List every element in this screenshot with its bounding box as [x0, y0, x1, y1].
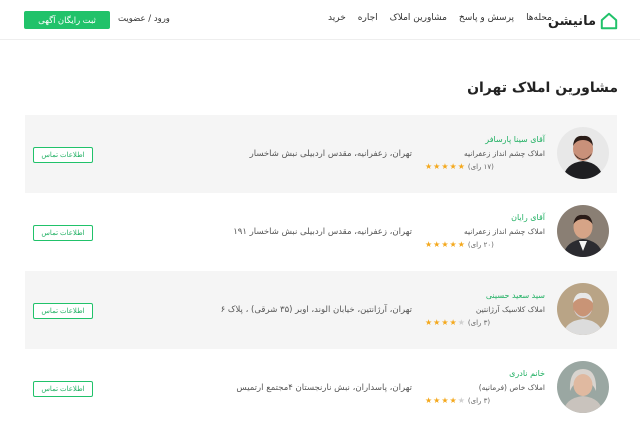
star-icon: ★ — [441, 318, 449, 327]
agent-name[interactable]: آقای سینا پارسافر — [425, 135, 545, 144]
avatar-photo-icon — [557, 283, 609, 335]
star-icon: ★ — [441, 396, 449, 405]
star-rating: ★ ★ ★ ★ ★ — [425, 163, 465, 171]
star-icon: ★ — [425, 396, 433, 405]
agent-card: آقای سینا پارسافر املاک چشم انداز زعفران… — [25, 115, 617, 193]
agent-card: آقای رایان املاک چشم انداز زعفرانیه (۲۰ … — [25, 193, 617, 271]
star-icon: ★ — [433, 162, 441, 171]
nav-item-rent[interactable]: اجاره — [358, 13, 378, 23]
star-icon: ★ — [433, 240, 441, 249]
star-rating: ★ ★ ★ ★ ★ — [425, 397, 465, 405]
site-logo[interactable]: مانیشن — [548, 10, 618, 32]
avatar-photo-icon — [557, 361, 609, 413]
vote-count: (۲۰ رای) — [467, 241, 494, 249]
vote-count: (۳ رای) — [467, 319, 491, 327]
logo-text: مانیشن — [547, 13, 596, 29]
star-icon: ★ — [441, 240, 449, 249]
star-icon: ★ — [457, 396, 465, 405]
star-icon: ★ — [425, 318, 433, 327]
agency-name: املاک چشم انداز زعفرانیه — [463, 227, 545, 236]
star-icon: ★ — [433, 396, 441, 405]
star-rating: ★ ★ ★ ★ ★ — [425, 319, 465, 327]
nav-item-buy[interactable]: خرید — [328, 13, 346, 23]
star-icon: ★ — [457, 318, 465, 327]
star-icon: ★ — [457, 240, 465, 249]
login-register-link[interactable]: ورود / عضویت — [118, 14, 170, 24]
agent-info: آقای سینا پارسافر املاک چشم انداز زعفران… — [425, 135, 545, 171]
vote-count: (۳ رای) — [467, 397, 491, 405]
vote-count: (۱۷ رای) — [467, 163, 494, 171]
agent-address: تهران، زعفرانیه، مقدس اردبیلی نبش شاخسار… — [233, 227, 412, 237]
star-icon: ★ — [441, 162, 449, 171]
agent-info: سید سعید حسینی املاک کلاسیک آرژانتین (۳ … — [425, 291, 545, 327]
agent-avatar[interactable] — [557, 127, 609, 179]
star-icon: ★ — [449, 240, 457, 249]
top-header: مانیشن خرید اجاره مشاورین املاک پرسش و پ… — [0, 0, 640, 40]
contact-info-button[interactable]: اطلاعات تماس — [33, 381, 93, 397]
star-icon: ★ — [449, 162, 457, 171]
star-rating: ★ ★ ★ ★ ★ — [425, 241, 465, 249]
agent-info: آقای رایان املاک چشم انداز زعفرانیه (۲۰ … — [425, 213, 545, 249]
rating-row: (۳ رای) ★ ★ ★ ★ ★ — [425, 397, 545, 406]
agent-avatar[interactable] — [557, 283, 609, 335]
contact-info-button[interactable]: اطلاعات تماس — [33, 147, 93, 163]
agent-address: تهران، زعفرانیه، مقدس اردبیلی نبش شاخسار — [249, 149, 412, 159]
agency-name: املاک چشم انداز زعفرانیه — [463, 149, 545, 158]
star-icon: ★ — [457, 162, 465, 171]
agent-name[interactable]: سید سعید حسینی — [425, 291, 545, 300]
agent-info: خانم نادری املاک خاص (فرمانیه) (۳ رای) ★… — [425, 369, 545, 405]
rating-row: (۱۷ رای) ★ ★ ★ ★ ★ — [425, 163, 545, 172]
star-icon: ★ — [433, 318, 441, 327]
main-nav: خرید اجاره مشاورین املاک پرسش و پاسخ محل… — [328, 13, 552, 23]
agency-name: املاک خاص (فرمانیه) — [478, 383, 545, 392]
contact-info-button[interactable]: اطلاعات تماس — [33, 303, 93, 319]
star-icon: ★ — [449, 318, 457, 327]
star-icon: ★ — [425, 240, 433, 249]
agent-avatar[interactable] — [557, 361, 609, 413]
star-icon: ★ — [449, 396, 457, 405]
avatar-photo-icon — [557, 205, 609, 257]
agent-address: تهران، آرژانتین، خیابان الوند، اوبر (۳۵ … — [220, 305, 412, 315]
avatar-photo-icon — [557, 127, 609, 179]
nav-item-neighborhoods[interactable]: محله‌ها — [526, 13, 552, 23]
agent-name[interactable]: آقای رایان — [425, 213, 545, 222]
agency-name: املاک کلاسیک آرژانتین — [475, 305, 545, 314]
agent-avatar[interactable] — [557, 205, 609, 257]
house-logo-icon — [600, 12, 618, 30]
nav-item-agents[interactable]: مشاورین املاک — [390, 13, 447, 23]
page-title: مشاورین املاک تهران — [467, 80, 618, 96]
agent-address: تهران، پاسداران، نبش نارنجستان ۴مجتمع ار… — [236, 383, 412, 393]
star-icon: ★ — [425, 162, 433, 171]
rating-row: (۳ رای) ★ ★ ★ ★ ★ — [425, 319, 545, 328]
rating-row: (۲۰ رای) ★ ★ ★ ★ ★ — [425, 241, 545, 250]
agent-card: خانم نادری املاک خاص (فرمانیه) (۳ رای) ★… — [25, 349, 617, 426]
contact-info-button[interactable]: اطلاعات تماس — [33, 225, 93, 241]
post-free-ad-button[interactable]: ثبت رایگان آگهی — [24, 11, 110, 29]
nav-item-qa[interactable]: پرسش و پاسخ — [459, 13, 514, 23]
agent-name[interactable]: خانم نادری — [425, 369, 545, 378]
agent-card: سید سعید حسینی املاک کلاسیک آرژانتین (۳ … — [25, 271, 617, 349]
